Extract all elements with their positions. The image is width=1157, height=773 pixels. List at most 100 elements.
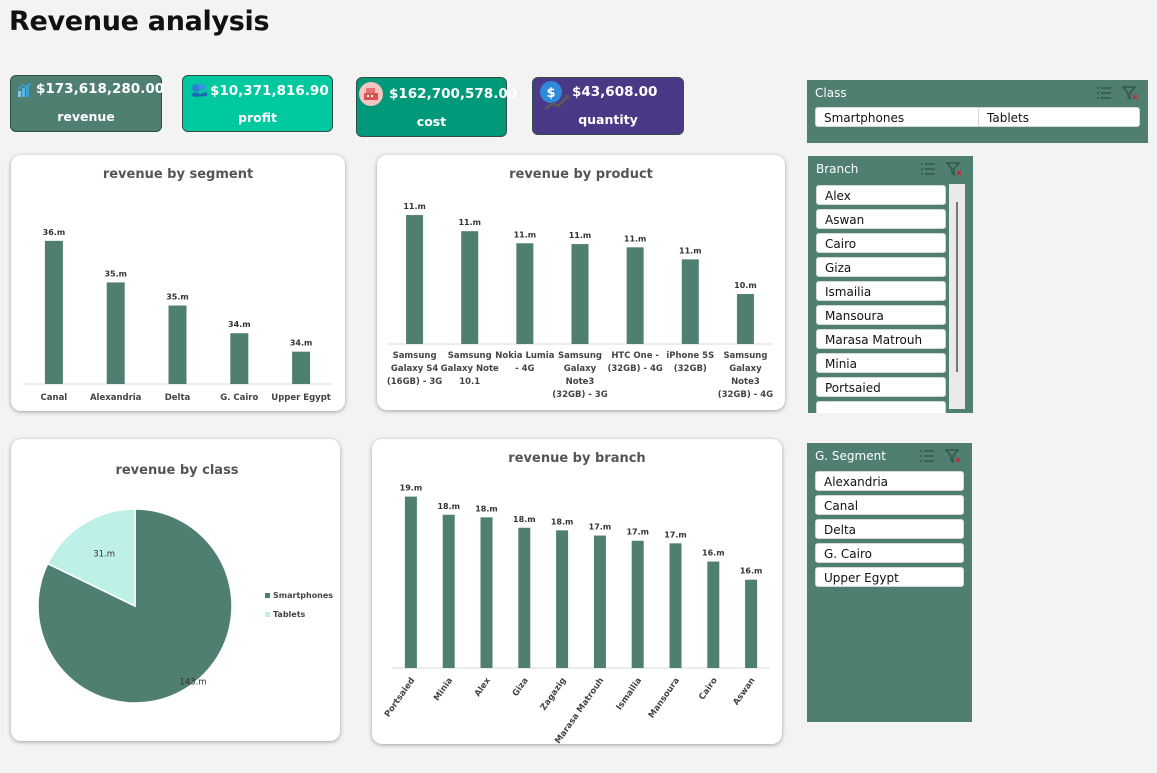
slicer-segment-item[interactable]: Canal: [815, 495, 964, 515]
legend-label: Tablets: [273, 610, 306, 619]
bar: [681, 259, 699, 344]
data-label: 11.m: [403, 202, 426, 211]
slicer-segment: G. Segment Alexandria Canal Delta G. Cai…: [807, 443, 972, 722]
slicer-segment-item[interactable]: G. Cairo: [815, 543, 964, 563]
bar: [745, 579, 758, 668]
kpi-cost: $162,700,578.00 cost: [356, 77, 517, 137]
slicer-segment-item[interactable]: Upper Egypt: [815, 567, 964, 587]
slicer-segment-item[interactable]: Alexandria: [815, 471, 964, 491]
bar: [707, 561, 720, 668]
cash-register-icon: [358, 81, 384, 111]
kpi-profit-value: $10,371,816.90: [210, 83, 329, 99]
card-revenue-by-class: revenue by class 143.m 31.m Smartphones Tabl…: [11, 439, 340, 741]
card-revenue-by-product: revenue by product 11.m Samsung Galaxy S4 (1…: [377, 155, 785, 410]
x-tick-label: G. Cairo: [220, 393, 258, 403]
money-growth-icon: [17, 82, 33, 102]
data-label: 16.m: [702, 549, 725, 558]
scrollbar-thumb[interactable]: [956, 202, 958, 372]
kpi-quantity-label: quantity: [578, 112, 638, 127]
clear-filter-icon[interactable]: [1121, 85, 1138, 101]
bar: [44, 240, 63, 384]
kpi-quantity-value: $43,608.00: [572, 84, 658, 100]
bar: [168, 305, 187, 384]
data-label: 36.m: [43, 228, 66, 237]
x-tick-label: Upper Egypt: [271, 393, 331, 403]
x-tick-label: Cairo: [697, 676, 720, 702]
data-label: 34.m: [290, 339, 313, 348]
multi-select-icon[interactable]: [919, 448, 935, 462]
x-tick-label: Zagazig: [539, 676, 569, 713]
x-tick-label: Giza: [511, 676, 531, 699]
kpi-profit: $10,371,816.90 profit: [182, 75, 333, 132]
slicer-branch-item[interactable]: Ismailia: [816, 281, 946, 301]
slicer-segment-item[interactable]: Delta: [815, 519, 964, 539]
chart-title: revenue by branch: [508, 451, 645, 466]
slicer-branch-item[interactable]: Alex: [816, 185, 946, 205]
data-label: 18.m: [551, 517, 574, 526]
bar: [292, 351, 311, 384]
x-tick-label: Delta: [165, 393, 191, 403]
slicer-branch-item-partial: [816, 401, 946, 413]
chart-revenue-by-branch: revenue by branch 19.m Portsaied 18.m Minia 1…: [383, 451, 770, 744]
bar: [593, 535, 606, 668]
data-label: 17.m: [626, 528, 649, 537]
bar: [571, 244, 589, 344]
x-tick-label: Alexandria: [90, 393, 142, 403]
bar: [442, 514, 455, 668]
slicer-branch-item[interactable]: Aswan: [816, 209, 946, 229]
legend-swatch: [265, 612, 270, 617]
data-label: 16.m: [740, 567, 763, 576]
x-tick-label: Nokia Lumia - 4G: [495, 351, 554, 374]
kpi-cost-value: $162,700,578.00: [389, 86, 518, 102]
svg-text:$: $: [546, 86, 555, 101]
clear-filter-icon[interactable]: [945, 161, 962, 177]
bar: [518, 527, 531, 668]
data-label: 11.m: [458, 218, 481, 227]
x-tick-label: Minia: [432, 676, 455, 703]
slicer-branch-scrollbar[interactable]: [949, 184, 965, 409]
bar: [626, 247, 644, 344]
slicer-branch-item[interactable]: Portsaied: [816, 377, 946, 397]
slicer-class-header: Class: [815, 86, 847, 100]
slicer-branch-item[interactable]: Cairo: [816, 233, 946, 253]
slicer-branch-item[interactable]: Giza: [816, 257, 946, 277]
slicer-branch: Branch Alex Aswan Cairo Giza Ismailia Ma…: [808, 156, 973, 413]
data-label: 143.m: [179, 678, 206, 688]
bar: [480, 517, 493, 668]
data-label: 11.m: [624, 234, 647, 243]
bar: [106, 282, 125, 384]
slicer-class: Class Smartphones Tablets: [807, 80, 1148, 143]
slicer-branch-item[interactable]: Marasa Matrouh: [816, 329, 946, 349]
kpi-cost-label: cost: [416, 114, 447, 129]
slicer-branch-header: Branch: [816, 162, 859, 176]
x-tick-label: Samsung Galaxy Note 10.1: [441, 351, 499, 387]
data-label: 10.m: [734, 281, 757, 290]
data-label: 18.m: [475, 504, 498, 513]
bar: [669, 543, 682, 668]
data-label: 11.m: [514, 230, 537, 239]
slicer-class-item-smartphones[interactable]: Smartphones: [815, 107, 982, 127]
clear-filter-icon[interactable]: [944, 448, 961, 464]
slicer-branch-item[interactable]: Mansoura: [816, 305, 946, 325]
multi-select-icon[interactable]: [1096, 85, 1112, 99]
slicer-branch-item[interactable]: Minia: [816, 353, 946, 373]
card-revenue-by-segment: revenue by segment 36.m Canal 35.m Alexandri…: [11, 155, 345, 411]
chart-title: revenue by segment: [103, 167, 253, 182]
chart-revenue-by-segment: revenue by segment 36.m Canal 35.m Alexandri…: [23, 167, 332, 403]
data-label: 19.m: [400, 484, 423, 493]
bar: [516, 243, 534, 344]
kpi-revenue-value: $173,618,280.00: [36, 81, 165, 97]
card-revenue-by-branch: revenue by branch 19.m Portsaied 18.m Minia 1…: [372, 439, 782, 744]
slicer-class-item-tablets[interactable]: Tablets: [978, 107, 1140, 127]
chart-revenue-by-class: revenue by class 143.m 31.m Smartphones Tabl…: [37, 463, 333, 704]
bar: [556, 530, 569, 668]
chart-title: revenue by product: [509, 167, 653, 182]
x-tick-label: Samsung Galaxy Note3 (32GB) - 3G: [552, 351, 607, 400]
x-tick-label: iPhone 5S (32GB): [666, 351, 714, 374]
kpi-revenue-label: revenue: [57, 109, 115, 124]
multi-select-icon[interactable]: [920, 161, 936, 175]
bar: [230, 333, 249, 384]
data-label: 35.m: [166, 293, 189, 302]
x-tick-label: HTC One -(32GB) - 4G: [607, 351, 662, 374]
data-label: 18.m: [513, 515, 536, 524]
